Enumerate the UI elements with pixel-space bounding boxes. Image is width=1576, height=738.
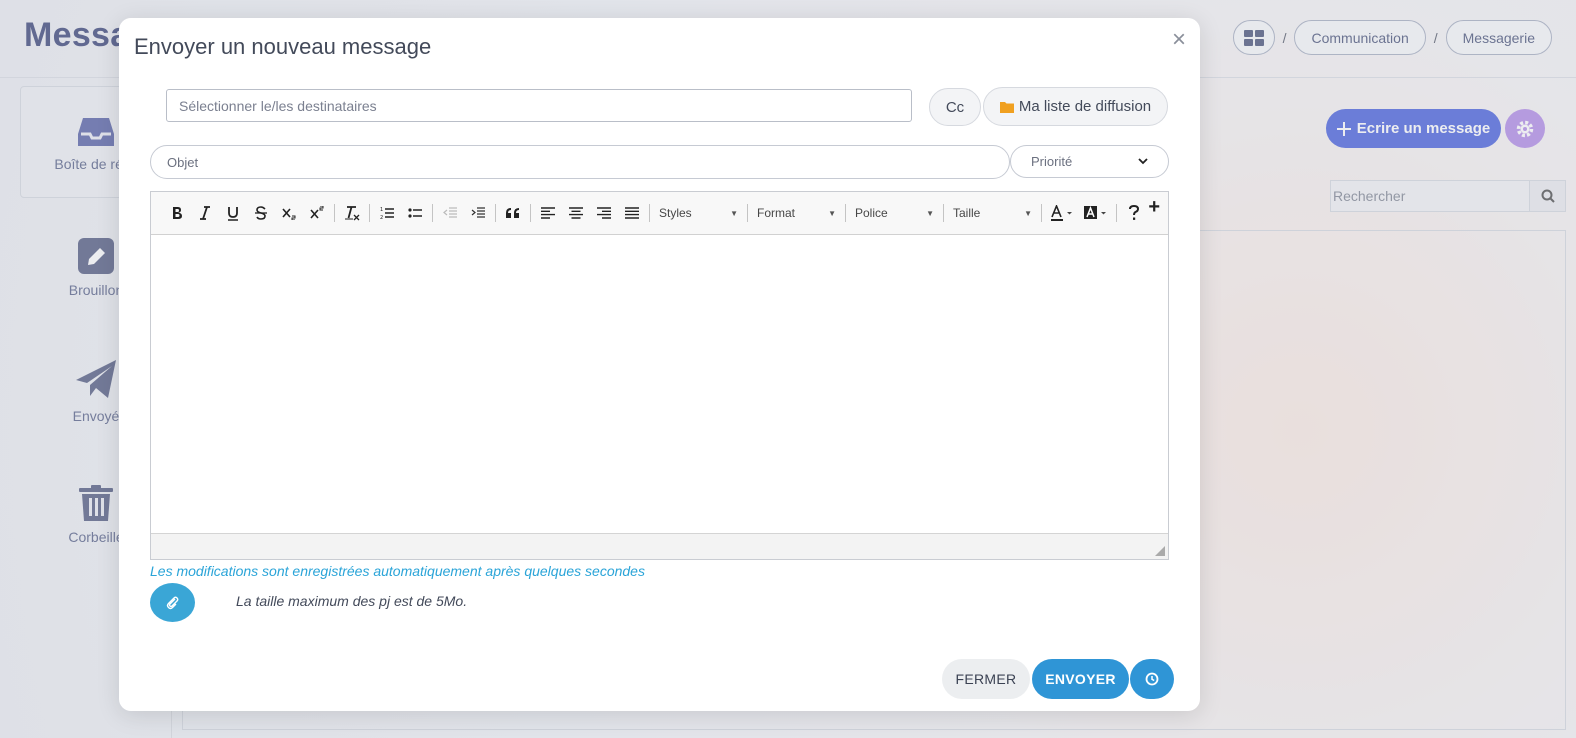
bullet-list-button[interactable] xyxy=(401,201,429,225)
clock-icon xyxy=(1145,672,1159,686)
outdent-button[interactable] xyxy=(436,201,464,225)
max-attachment-size-note: La taille maximum des pj est de 5Mo. xyxy=(236,593,468,609)
toolbar-separator xyxy=(495,204,496,222)
italic-icon xyxy=(200,206,210,220)
underline-icon xyxy=(228,206,238,221)
chevron-down-icon: ▼ xyxy=(1024,208,1032,218)
toolbar-separator xyxy=(943,204,944,222)
help-icon xyxy=(1129,205,1140,220)
styles-label: Styles xyxy=(659,206,692,220)
size-dropdown[interactable]: Taille ▼ xyxy=(947,201,1038,225)
expand-toolbar-icon[interactable]: + xyxy=(1148,196,1160,219)
toolbar-separator xyxy=(432,204,433,222)
broadcast-list-label: Ma liste de diffusion xyxy=(1018,98,1152,115)
remove-format-icon xyxy=(345,206,360,221)
font-dropdown[interactable]: Police ▼ xyxy=(849,201,940,225)
format-label: Format xyxy=(757,206,796,220)
align-right-button[interactable] xyxy=(590,201,618,225)
styles-dropdown[interactable]: Styles ▼ xyxy=(653,201,744,225)
chevron-down-icon: ▼ xyxy=(828,208,836,218)
rich-text-editor: 12 Styles ▼ Format ▼ Police ▼ Taille ▼ + xyxy=(150,191,1169,560)
toolbar-separator xyxy=(1116,204,1117,222)
subscript-icon xyxy=(282,208,296,220)
resize-handle-icon[interactable] xyxy=(1155,546,1165,556)
text-color-icon xyxy=(1051,205,1072,221)
background-color-icon xyxy=(1084,205,1106,219)
toolbar-separator xyxy=(530,204,531,222)
priority-selected-value: Priorité xyxy=(1031,154,1073,169)
bullet-list-icon xyxy=(408,208,422,218)
priority-select[interactable]: Priorité xyxy=(1010,145,1169,178)
blockquote-button[interactable] xyxy=(499,201,527,225)
outdent-icon xyxy=(443,207,457,218)
svg-text:1: 1 xyxy=(380,207,383,213)
italic-button[interactable] xyxy=(191,201,219,225)
editor-toolbar: 12 Styles ▼ Format ▼ Police ▼ Taille ▼ + xyxy=(151,192,1168,235)
numbered-list-icon: 12 xyxy=(380,207,394,220)
autosave-note: Les modifications sont enregistrées auto… xyxy=(150,563,645,579)
quote-icon xyxy=(506,208,519,218)
help-button[interactable] xyxy=(1120,201,1148,225)
align-left-icon xyxy=(541,207,555,219)
new-message-modal: Envoyer un nouveau message × Sélectionne… xyxy=(119,18,1200,711)
chevron-down-icon xyxy=(1138,158,1148,165)
indent-button[interactable] xyxy=(464,201,492,225)
background-color-button[interactable] xyxy=(1079,201,1113,225)
toolbar-separator xyxy=(334,204,335,222)
modal-title: Envoyer un nouveau message xyxy=(134,34,432,59)
broadcast-list-button[interactable]: Ma liste de diffusion xyxy=(983,87,1168,126)
align-center-button[interactable] xyxy=(562,201,590,225)
indent-icon xyxy=(471,207,485,218)
chevron-down-icon: ▼ xyxy=(730,208,738,218)
justify-icon xyxy=(625,207,639,219)
font-label: Police xyxy=(855,206,888,220)
editor-status-bar xyxy=(151,533,1168,559)
align-right-icon xyxy=(597,207,611,219)
bold-icon xyxy=(173,207,182,219)
recipients-select[interactable]: Sélectionner le/les destinataires xyxy=(166,89,912,122)
justify-button[interactable] xyxy=(618,201,646,225)
toolbar-separator xyxy=(747,204,748,222)
folder-icon xyxy=(999,101,1014,113)
format-dropdown[interactable]: Format ▼ xyxy=(751,201,842,225)
bold-button[interactable] xyxy=(163,201,191,225)
strikethrough-button[interactable] xyxy=(247,201,275,225)
subject-input[interactable]: Objet xyxy=(150,145,1010,179)
align-left-button[interactable] xyxy=(534,201,562,225)
size-label: Taille xyxy=(953,206,981,220)
subscript-button[interactable] xyxy=(275,201,303,225)
editor-content-area[interactable] xyxy=(151,235,1168,533)
superscript-icon xyxy=(310,206,324,219)
close-icon[interactable]: × xyxy=(1172,26,1186,54)
schedule-send-button[interactable] xyxy=(1130,659,1174,699)
underline-button[interactable] xyxy=(219,201,247,225)
svg-text:2: 2 xyxy=(380,215,383,220)
close-button[interactable]: FERMER xyxy=(942,659,1030,699)
numbered-list-button[interactable]: 12 xyxy=(373,201,401,225)
toolbar-separator xyxy=(649,204,650,222)
cc-button[interactable]: Cc xyxy=(929,88,981,126)
align-center-icon xyxy=(569,207,583,219)
send-button[interactable]: ENVOYER xyxy=(1032,659,1129,699)
toolbar-separator xyxy=(845,204,846,222)
toolbar-separator xyxy=(369,204,370,222)
chevron-down-icon: ▼ xyxy=(926,208,934,218)
toolbar-separator xyxy=(1041,204,1042,222)
remove-format-button[interactable] xyxy=(338,201,366,225)
paperclip-icon xyxy=(166,596,178,609)
strikethrough-icon xyxy=(255,206,267,220)
superscript-button[interactable] xyxy=(303,201,331,225)
text-color-button[interactable] xyxy=(1045,201,1079,225)
attach-file-button[interactable] xyxy=(150,583,195,622)
